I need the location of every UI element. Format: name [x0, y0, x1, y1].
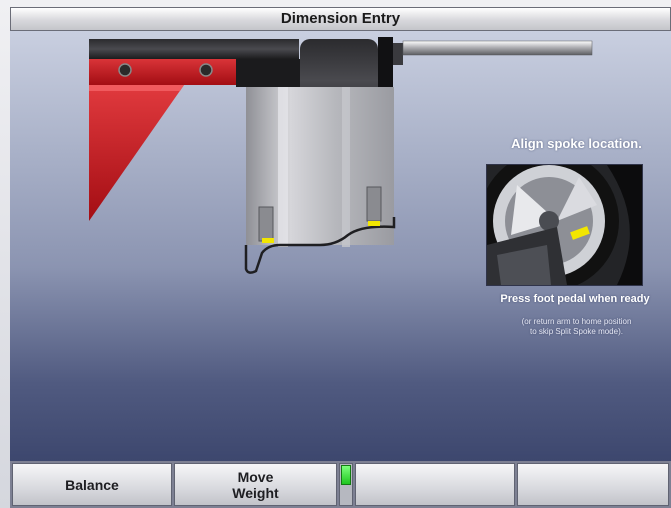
bolt-icon [118, 63, 132, 77]
balancer-diagram-area: Align spoke location. Press foot pedal w… [10, 31, 671, 461]
align-instruction: Align spoke location. [511, 136, 642, 151]
red-mount [89, 55, 236, 221]
weight-marker-inner [262, 238, 274, 243]
bolt-icon [199, 63, 213, 77]
softkey-bar: Balance Move Weight [10, 461, 671, 508]
weight-marker-outer [368, 221, 380, 226]
move-weight-softkey[interactable]: Move Weight [174, 463, 337, 506]
screen-frame: Dimension Entry Align spoke location. Pr… [0, 0, 671, 508]
spoke-location-photo [486, 164, 643, 286]
balance-softkey[interactable]: Balance [12, 463, 172, 506]
softkey-3[interactable] [355, 463, 515, 506]
move-weight-softkey-label: Move Weight [232, 468, 279, 501]
softkey-4[interactable] [517, 463, 669, 506]
balance-softkey-label: Balance [65, 476, 119, 493]
press-pedal-instruction: Press foot pedal when ready [500, 293, 650, 305]
status-indicator [339, 463, 353, 506]
threaded-shaft [402, 40, 593, 56]
rim-cross-section [244, 87, 396, 274]
skip-split-spoke-note: (or return arm to home position to skip … [521, 317, 632, 336]
status-lamp-icon [341, 465, 351, 485]
window-title: Dimension Entry [10, 7, 671, 31]
